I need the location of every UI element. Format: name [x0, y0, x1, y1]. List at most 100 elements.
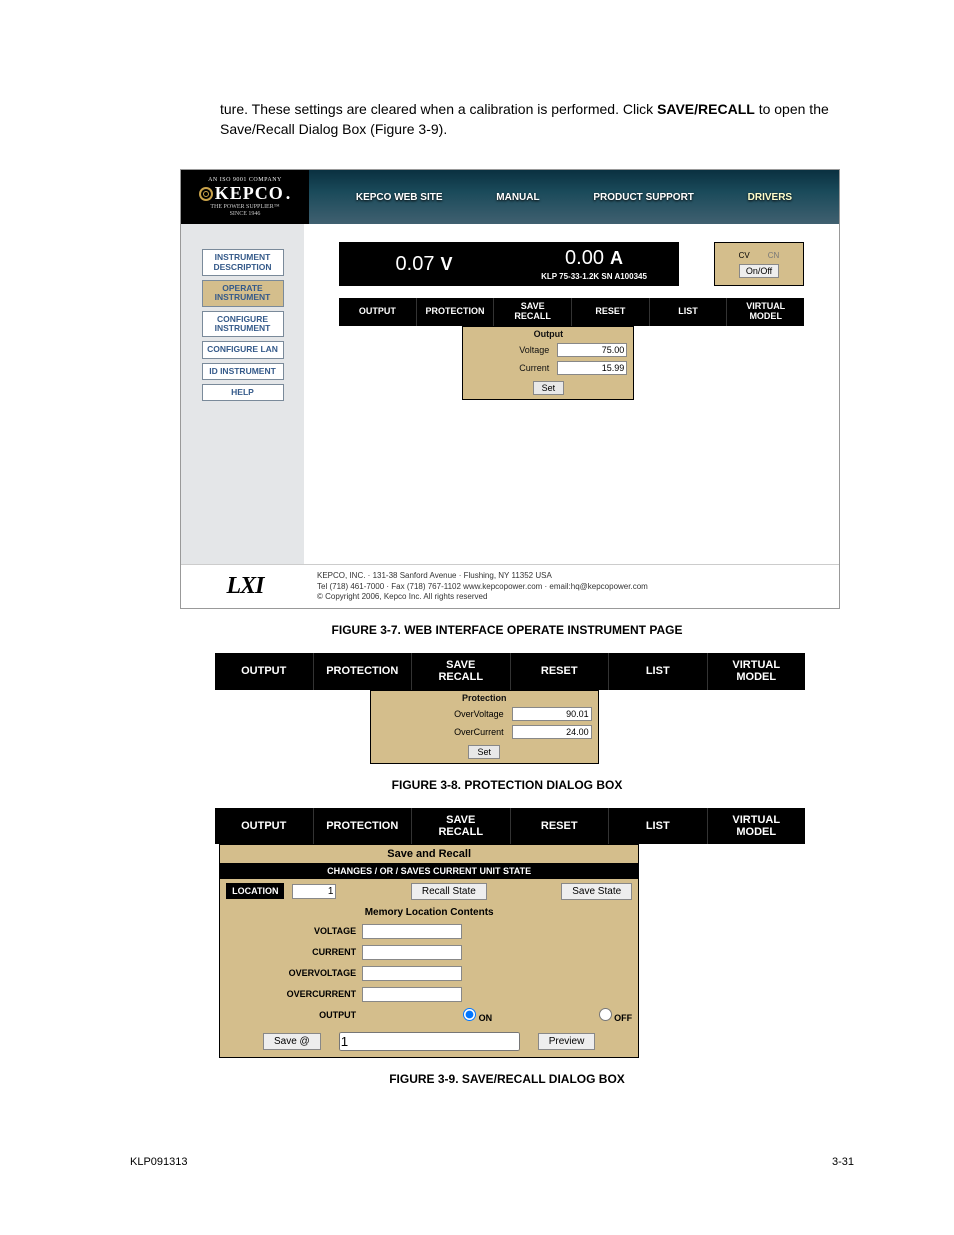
current-unit: A	[610, 248, 623, 269]
mem-current-input[interactable]	[362, 945, 462, 960]
sidebar-configure-instrument[interactable]: CONFIGURE INSTRUMENT	[202, 311, 284, 338]
status-box: CV CN On/Off	[714, 242, 804, 286]
sidebar-id-instrument[interactable]: ID INSTRUMENT	[202, 363, 284, 380]
nav-manual[interactable]: MANUAL	[496, 192, 539, 203]
mode-cv: CV	[739, 251, 750, 260]
protection-set-button[interactable]: Set	[468, 745, 500, 759]
figure-3-9-caption: FIGURE 3-9. SAVE/RECALL DIALOG BOX	[130, 1072, 884, 1086]
logo-sub2: SINCE 1946	[230, 211, 261, 218]
p-tab-list[interactable]: LIST	[609, 653, 708, 689]
tab-virtual-model[interactable]: VIRTUAL MODEL	[727, 298, 804, 326]
p-tab-output[interactable]: OUTPUT	[215, 653, 314, 689]
web-interface-screenshot: AN ISO 9001 COMPANY KEPCO. THE POWER SUP…	[180, 169, 840, 609]
output-current-input[interactable]	[557, 361, 627, 375]
page-footer: KLP091313 3-31	[130, 1156, 884, 1168]
mem-voltage-input[interactable]	[362, 924, 462, 939]
tab-reset[interactable]: RESET	[572, 298, 650, 326]
mem-overcurrent-input[interactable]	[362, 987, 462, 1002]
p-tab-reset[interactable]: RESET	[511, 653, 610, 689]
doc-id: KLP091313	[130, 1156, 188, 1168]
sr-subtitle: CHANGES / OR / SAVES CURRENT UNIT STATE	[220, 863, 638, 879]
overvoltage-input[interactable]	[512, 707, 592, 721]
body-paragraph: ture. These settings are cleared when a …	[130, 100, 884, 139]
sr-tab-reset[interactable]: RESET	[511, 808, 610, 844]
mem-output-label: OUTPUT	[226, 1010, 356, 1020]
tab-output[interactable]: OUTPUT	[339, 298, 417, 326]
tab-protection[interactable]: PROTECTION	[417, 298, 495, 326]
recall-state-button[interactable]: Recall State	[411, 883, 487, 900]
top-nav: KEPCO WEB SITE MANUAL PRODUCT SUPPORT DR…	[309, 170, 839, 224]
protection-dialog: Protection OverVoltage OverCurrent Set	[370, 690, 599, 764]
serial-number: KLP 75-33-1.2K SN A100345	[541, 272, 647, 281]
nav-kepco-site[interactable]: KEPCO WEB SITE	[356, 192, 443, 203]
lxi-logo: LXI	[181, 565, 309, 608]
mem-voltage-label: VOLTAGE	[226, 926, 356, 936]
figure-3-8-caption: FIGURE 3-8. PROTECTION DIALOG BOX	[130, 778, 884, 792]
save-recall-panel: OUTPUT PROTECTION SAVE RECALL RESET LIST…	[215, 808, 805, 1058]
output-current-label: Current	[469, 363, 553, 373]
memory-contents-title: Memory Location Contents	[220, 904, 638, 921]
save-state-button[interactable]: Save State	[561, 883, 632, 900]
footer-address: KEPCO, INC. · 131-38 Sanford Avenue · Fl…	[309, 565, 839, 608]
p-tab-protection[interactable]: PROTECTION	[314, 653, 413, 689]
mem-current-label: CURRENT	[226, 947, 356, 957]
voltage-unit: V	[440, 254, 452, 275]
mem-overvoltage-input[interactable]	[362, 966, 462, 981]
sidebar-configure-lan[interactable]: CONFIGURE LAN	[202, 341, 284, 358]
p-tab-virtual-model[interactable]: VIRTUAL MODEL	[708, 653, 806, 689]
tab-save-recall[interactable]: SAVE RECALL	[494, 298, 572, 326]
output-off-radio[interactable]: OFF	[502, 1008, 632, 1023]
overcurrent-label: OverCurrent	[377, 727, 508, 737]
sr-tab-list[interactable]: LIST	[609, 808, 708, 844]
footer-line3: © Copyright 2006, Kepco Inc. All rights …	[317, 592, 831, 602]
page-number: 3-31	[832, 1156, 854, 1168]
overvoltage-label: OverVoltage	[377, 709, 508, 719]
nav-drivers[interactable]: DRIVERS	[748, 192, 792, 203]
instrument-tabbar: OUTPUT PROTECTION SAVE RECALL RESET LIST…	[339, 298, 804, 326]
sr-tab-protection[interactable]: PROTECTION	[314, 808, 413, 844]
logo-brand-text: KEPCO	[215, 183, 284, 204]
sidebar-instrument-description[interactable]: INSTRUMENT DESCRIPTION	[202, 249, 284, 276]
output-voltage-label: Voltage	[469, 345, 553, 355]
output-off-radio-input[interactable]	[599, 1008, 612, 1021]
onoff-button[interactable]: On/Off	[739, 264, 779, 278]
location-label: LOCATION	[226, 883, 284, 899]
mode-cn: CN	[768, 251, 780, 260]
output-dialog: Output Voltage Current Set	[462, 326, 634, 400]
output-on-radio-input[interactable]	[463, 1008, 476, 1021]
para-pre: ture. These settings are cleared when a …	[220, 101, 657, 117]
preview-button[interactable]: Preview	[538, 1033, 596, 1050]
save-at-button[interactable]: Save @	[263, 1033, 321, 1050]
output-set-button[interactable]: Set	[533, 381, 565, 395]
app-banner: AN ISO 9001 COMPANY KEPCO. THE POWER SUP…	[181, 170, 839, 224]
sr-tab-save-recall[interactable]: SAVE RECALL	[412, 808, 511, 844]
para-bold: SAVE/RECALL	[657, 101, 755, 117]
mem-overcurrent-label: OVERCURRENT	[226, 989, 356, 999]
location-input[interactable]	[292, 884, 336, 899]
footer-line2: Tel (718) 461-7000 · Fax (718) 767-1102 …	[317, 582, 831, 592]
sr-tab-virtual-model[interactable]: VIRTUAL MODEL	[708, 808, 806, 844]
sidebar-help[interactable]: HELP	[202, 384, 284, 401]
sr-tab-output[interactable]: OUTPUT	[215, 808, 314, 844]
sidebar-operate-instrument[interactable]: OPERATE INSTRUMENT	[202, 280, 284, 307]
save-recall-dialog: Save and Recall CHANGES / OR / SAVES CUR…	[219, 844, 639, 1058]
voltage-display: 0.07 V	[339, 242, 509, 286]
main-panel: 0.07 V 0.00 A KLP 75-33-1.2K SN A100345 …	[304, 224, 839, 564]
voltage-value: 0.07	[396, 253, 435, 276]
mem-overvoltage-label: OVERVOLTAGE	[226, 968, 356, 978]
app-footer: LXI KEPCO, INC. · 131-38 Sanford Avenue …	[181, 564, 839, 608]
nav-product-support[interactable]: PRODUCT SUPPORT	[593, 192, 694, 203]
current-value: 0.00	[565, 247, 604, 270]
output-voltage-input[interactable]	[557, 343, 627, 357]
p-tab-save-recall[interactable]: SAVE RECALL	[412, 653, 511, 689]
tab-list[interactable]: LIST	[650, 298, 728, 326]
protection-title: Protection	[371, 691, 598, 705]
footer-line1: KEPCO, INC. · 131-38 Sanford Avenue · Fl…	[317, 571, 831, 581]
overcurrent-input[interactable]	[512, 725, 592, 739]
current-display: 0.00 A KLP 75-33-1.2K SN A100345	[509, 242, 679, 286]
output-on-radio[interactable]: ON	[362, 1008, 492, 1023]
sr-title: Save and Recall	[220, 845, 638, 863]
logo-sub1: THE POWER SUPPLIER™	[210, 204, 279, 211]
logo-ring-icon	[199, 187, 213, 201]
save-at-input[interactable]	[339, 1032, 520, 1051]
